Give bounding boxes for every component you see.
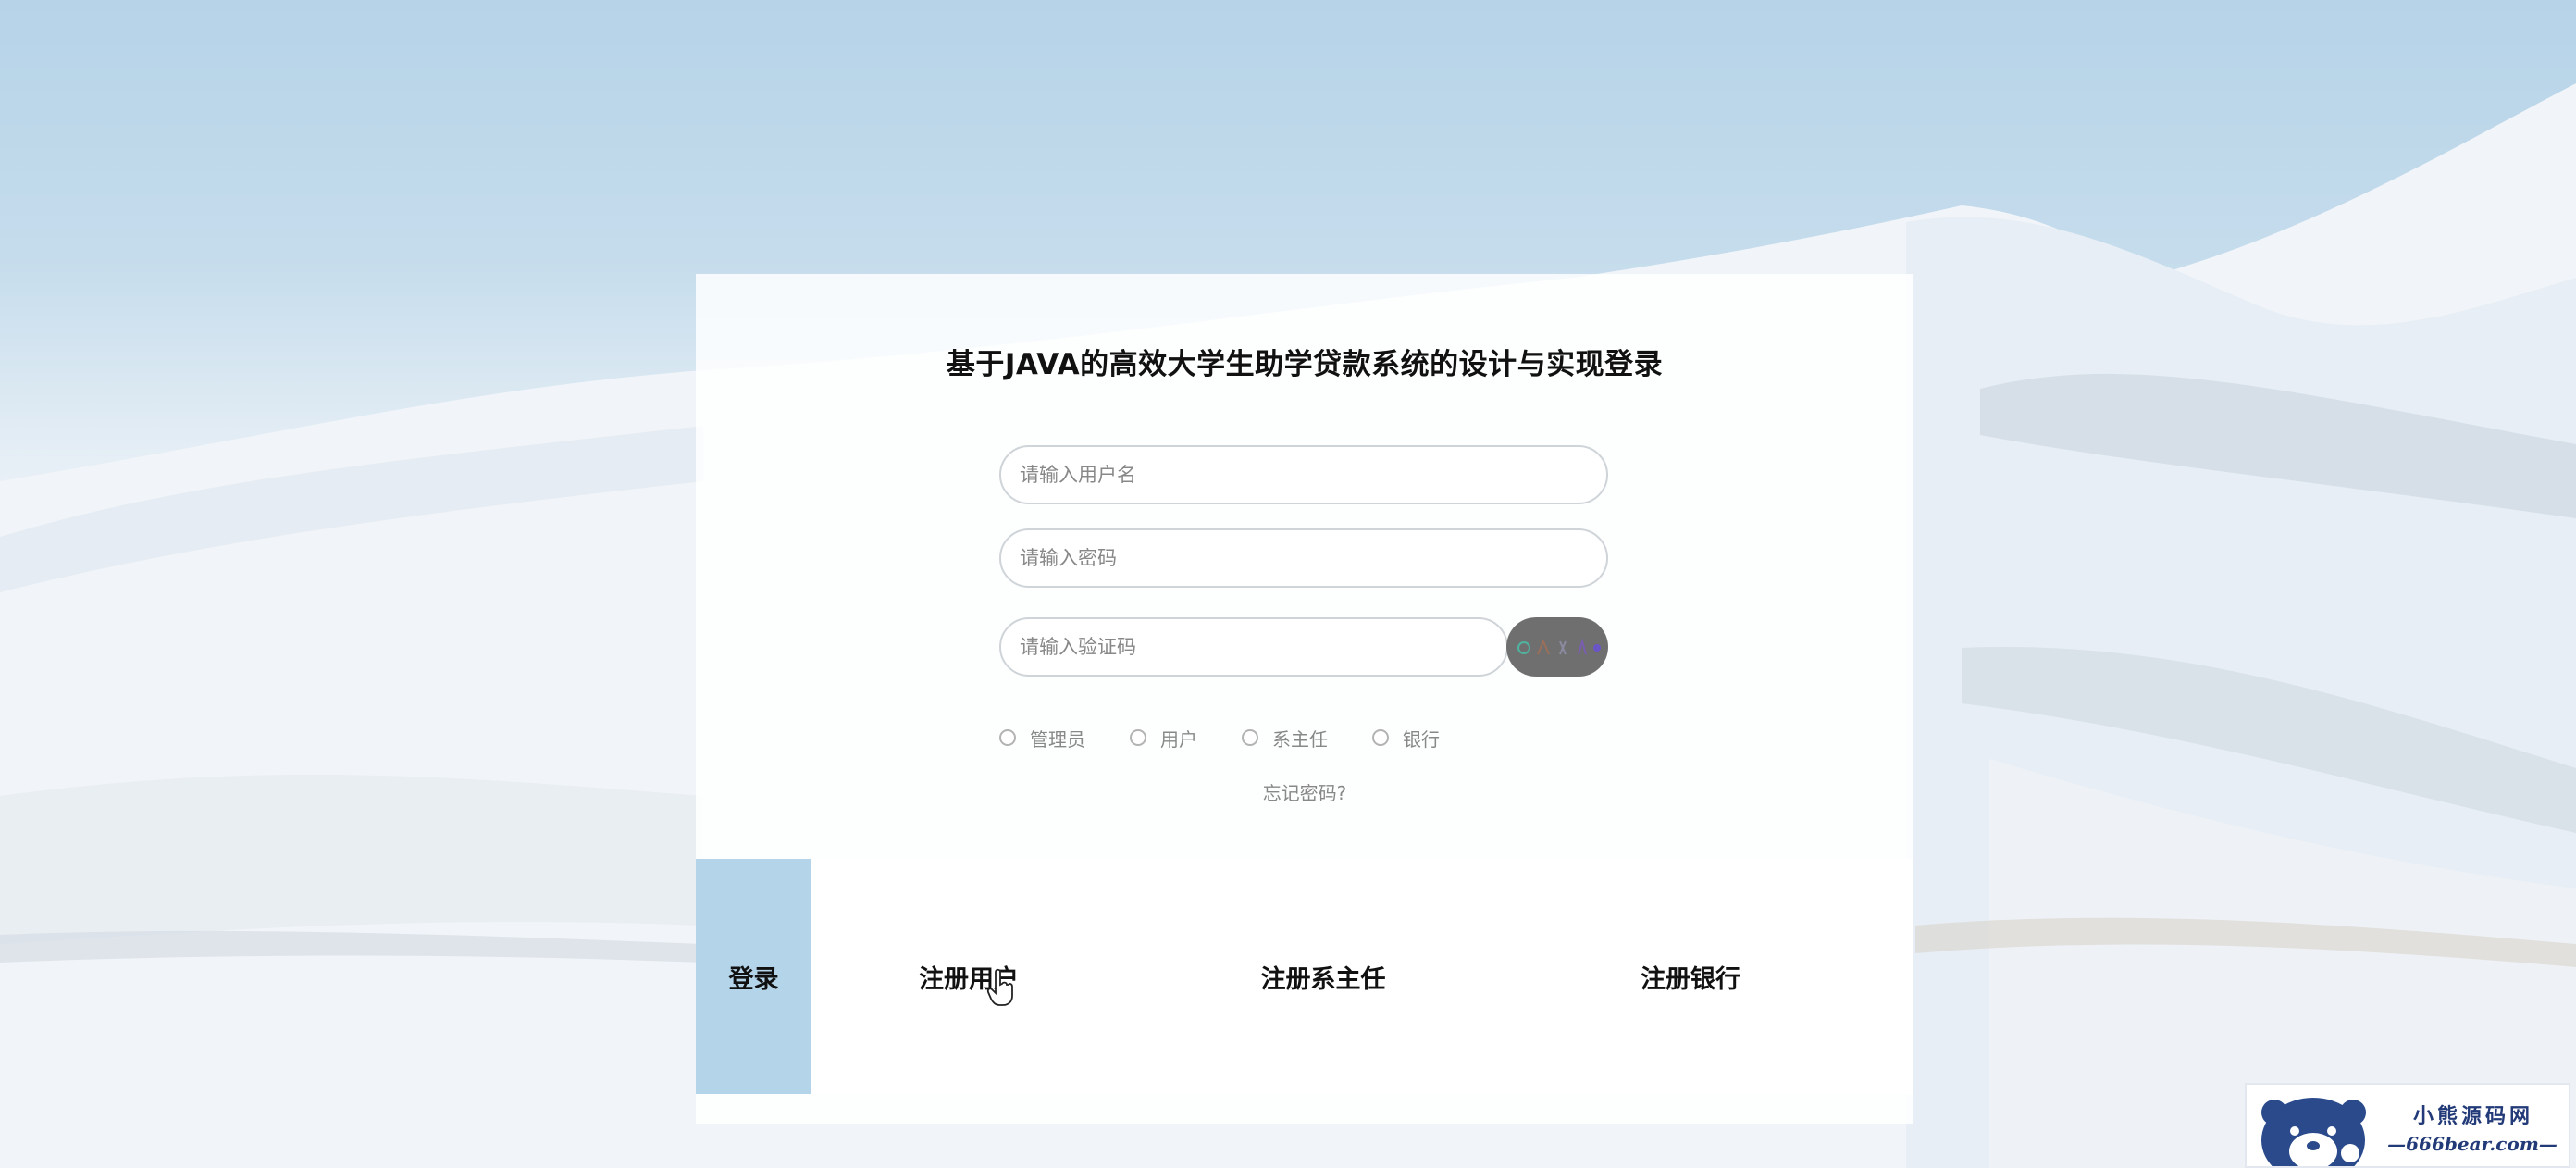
register-director-button[interactable]: 注册系主任	[1231, 859, 1416, 1094]
login-card: 基于JAVA的高效大学生助学贷款系统的设计与实现登录 管理员 用户 系主任 银行	[696, 274, 1913, 1124]
radio-circle-icon[interactable]	[1242, 729, 1258, 746]
role-option-label: 系主任	[1272, 727, 1328, 751]
role-option-director[interactable]: 系主任	[1242, 725, 1328, 752]
hand-cursor-icon	[986, 968, 1013, 1006]
radio-circle-icon[interactable]	[999, 729, 1016, 746]
watermark-name: 小熊源码网	[2412, 1104, 2533, 1128]
password-input[interactable]	[999, 528, 1608, 588]
radio-circle-icon[interactable]	[1130, 729, 1146, 746]
role-option-admin[interactable]: 管理员	[999, 725, 1085, 752]
role-option-label: 管理员	[1030, 727, 1085, 751]
captcha-glyphs-icon	[1517, 638, 1601, 655]
forgot-password-link[interactable]: 忘记密码?	[696, 778, 1913, 805]
page-title: 基于JAVA的高效大学生助学贷款系统的设计与实现登录	[946, 348, 1664, 381]
role-option-bank[interactable]: 银行	[1372, 725, 1440, 752]
username-input[interactable]	[999, 445, 1608, 504]
radio-circle-icon[interactable]	[1372, 729, 1389, 746]
captcha-input[interactable]	[999, 617, 1508, 677]
login-button[interactable]: 登录	[696, 859, 811, 1094]
role-radio-group: 管理员 用户 系主任 银行	[999, 724, 1484, 752]
watermark-url: —666bear.com—	[2387, 1133, 2557, 1155]
watermark-logo: 小熊源码网 —666bear.com—	[2245, 1083, 2570, 1168]
register-user-button[interactable]: 注册用户	[876, 859, 1061, 1094]
register-bank-button[interactable]: 注册银行	[1598, 859, 1783, 1094]
role-option-label: 用户	[1160, 727, 1197, 751]
action-tabs: 登录 注册用户 注册系主任 注册银行	[696, 859, 1913, 1094]
role-option-label: 银行	[1403, 727, 1440, 751]
captcha-image[interactable]	[1506, 617, 1608, 677]
role-option-user[interactable]: 用户	[1130, 725, 1197, 752]
bear-logo-icon	[2261, 1098, 2366, 1166]
